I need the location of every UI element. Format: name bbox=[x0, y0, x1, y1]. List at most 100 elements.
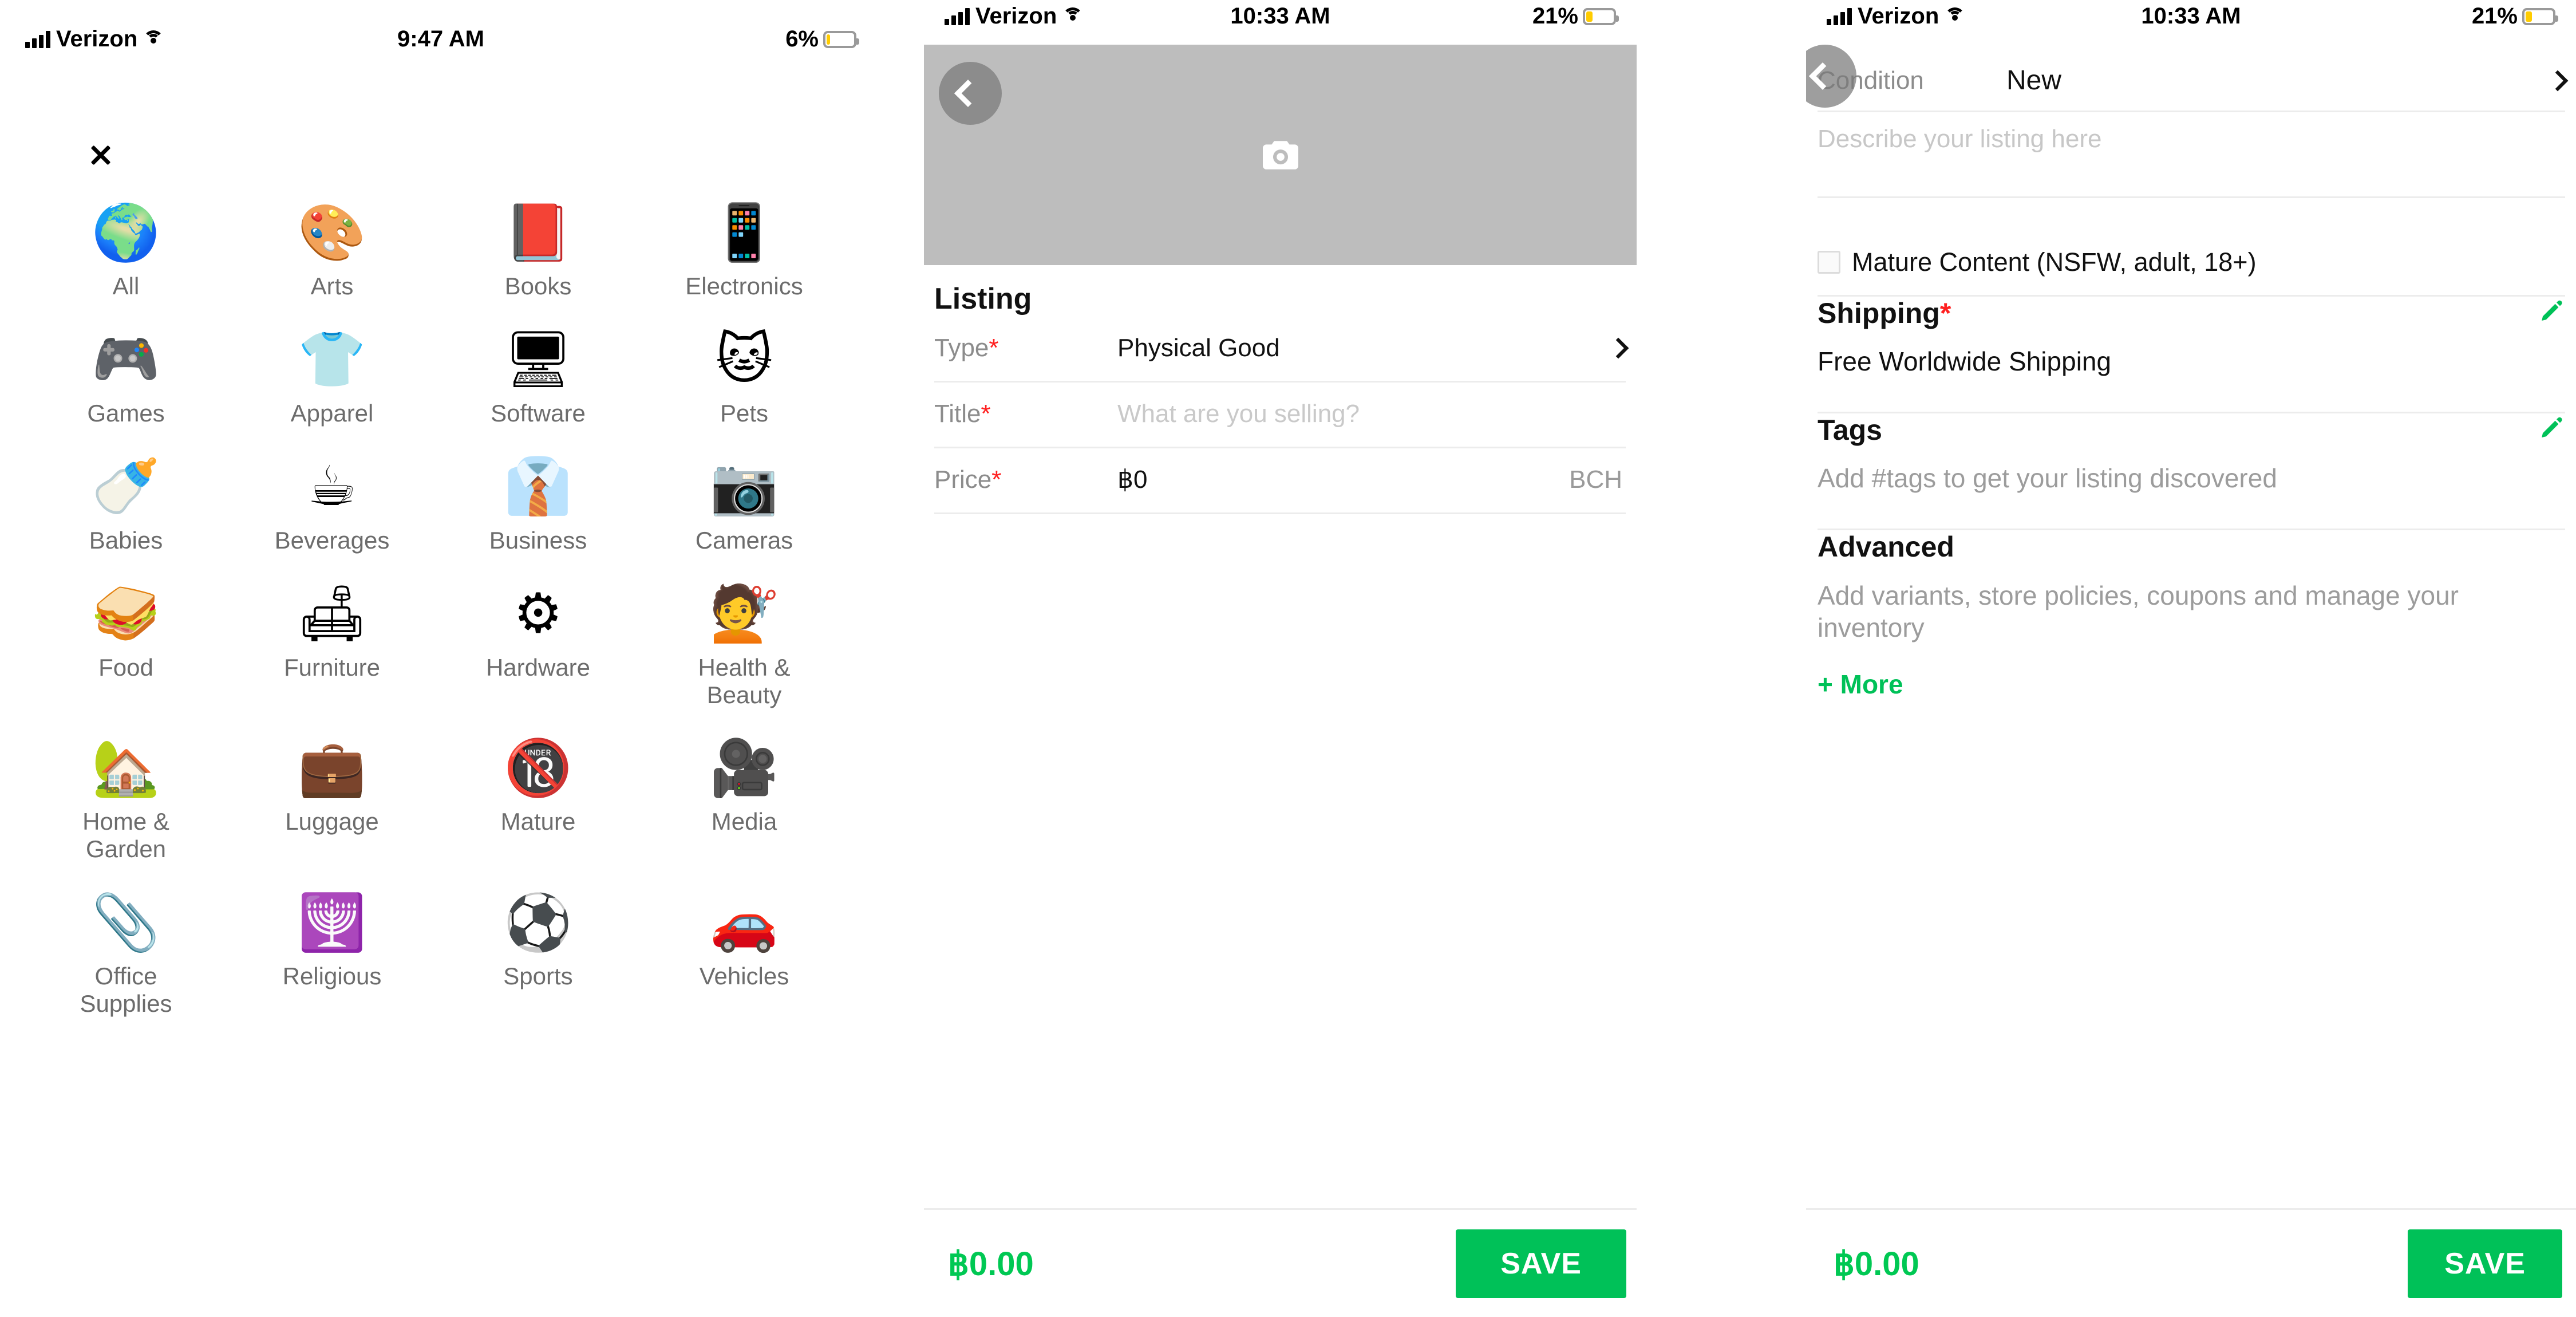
category-label: Pets bbox=[720, 399, 769, 427]
sandwich-icon: 🥪 bbox=[92, 581, 160, 646]
category-label: Electronics bbox=[685, 273, 803, 299]
category-item[interactable]: 🥪 Food bbox=[23, 582, 229, 709]
category-label: Luggage bbox=[285, 808, 379, 835]
advanced-header: Advanced bbox=[1818, 530, 2565, 563]
battery-icon bbox=[2522, 7, 2558, 25]
category-label: All bbox=[112, 273, 140, 299]
price-currency-label: BCH bbox=[1569, 465, 1622, 494]
book-icon: 📕 bbox=[504, 200, 572, 265]
tags-section: Tags Add #tags to get your listing disco… bbox=[1818, 413, 2565, 530]
listing-footer-bar: ฿0.00 SAVE bbox=[924, 1208, 1637, 1317]
category-item[interactable]: 📎 Office Supplies bbox=[23, 890, 229, 1018]
car-icon: 🚗 bbox=[710, 890, 779, 955]
category-item[interactable]: ☕ Beverages bbox=[229, 455, 435, 554]
suitcase-icon: 💼 bbox=[298, 735, 366, 800]
category-item[interactable]: 💼 Luggage bbox=[229, 736, 435, 863]
category-item[interactable]: 🔞 Mature bbox=[435, 736, 641, 863]
category-label: Vehicles bbox=[699, 963, 789, 990]
soccer-ball-icon: ⚽ bbox=[504, 890, 572, 955]
advanced-section: Advanced Add variants, store policies, c… bbox=[1818, 530, 2565, 668]
mature-content-label: Mature Content (NSFW, adult, 18+) bbox=[1852, 247, 2257, 277]
details-footer-bar: ฿0.00 SAVE bbox=[1806, 1208, 2576, 1317]
close-icon[interactable] bbox=[83, 137, 118, 173]
category-item[interactable]: 🎨 Arts bbox=[229, 200, 435, 300]
mature-content-checkbox[interactable] bbox=[1818, 250, 1840, 274]
category-item[interactable]: 📱 Electronics bbox=[641, 200, 847, 300]
menorah-icon: 🕎 bbox=[298, 890, 366, 955]
price-row[interactable]: Price* ฿0 BCH bbox=[934, 447, 1626, 514]
status-bar-clock: 9:47 AM bbox=[397, 26, 484, 52]
save-button[interactable]: SAVE bbox=[1456, 1229, 1626, 1298]
category-item[interactable]: 🛋 Furniture bbox=[229, 582, 435, 709]
category-item[interactable]: 🖥 Software bbox=[435, 328, 641, 427]
category-item[interactable]: ⚙ Hardware bbox=[435, 582, 641, 709]
save-button[interactable]: SAVE bbox=[2408, 1229, 2562, 1298]
status-bar: Verizon 10:33 AM 21% bbox=[924, 3, 1637, 29]
condition-value: New bbox=[2006, 65, 2062, 96]
type-row[interactable]: Type* Physical Good bbox=[934, 315, 1629, 383]
category-item[interactable]: 🎥 Media bbox=[641, 736, 847, 863]
three-phone-screenshots: Verizon 9:47 AM 6% 🌍 All 🎨 Arts 📕 Books 📱 Elect… bbox=[0, 0, 2576, 1317]
category-label: Games bbox=[87, 399, 165, 427]
monitor-icon: 🖥 bbox=[503, 327, 573, 392]
status-bar-clock: 10:33 AM bbox=[2141, 3, 2241, 29]
photo-upload-area[interactable] bbox=[924, 45, 1637, 265]
type-label: Type* bbox=[934, 333, 999, 362]
listing-form-screen: Verizon 10:33 AM 21% Listing Type* Physi… bbox=[924, 0, 1637, 1317]
phone-icon: 📱 bbox=[710, 200, 779, 265]
category-label: Babies bbox=[89, 526, 163, 554]
battery-icon bbox=[1583, 7, 1619, 25]
title-input[interactable]: What are you selling? bbox=[1117, 400, 1626, 428]
camera-icon bbox=[1262, 140, 1298, 169]
category-item[interactable]: ⚽ Sports bbox=[435, 890, 641, 1018]
category-item[interactable]: 🚗 Vehicles bbox=[641, 890, 847, 1018]
more-link[interactable]: + More bbox=[1818, 669, 1903, 700]
description-field[interactable]: Describe your listing here bbox=[1818, 112, 2565, 198]
chevron-left-icon bbox=[954, 79, 982, 108]
category-item[interactable]: 🌍 All bbox=[23, 200, 229, 300]
title-row[interactable]: Title* What are you selling? bbox=[934, 381, 1626, 448]
category-item[interactable]: 💇 Health & Beauty bbox=[641, 582, 847, 709]
house-icon: 🏡 bbox=[92, 735, 160, 800]
pencil-icon[interactable] bbox=[2538, 413, 2565, 441]
category-label: Beverages bbox=[274, 526, 390, 554]
globe-icon: 🌍 bbox=[92, 200, 160, 265]
category-label: Cameras bbox=[695, 526, 793, 554]
category-item[interactable]: 📕 Books bbox=[435, 200, 641, 300]
category-item[interactable]: 🍼 Babies bbox=[23, 455, 229, 554]
category-item[interactable]: 🐱 Pets bbox=[641, 328, 847, 427]
category-item[interactable]: 🏡 Home & Garden bbox=[23, 736, 229, 863]
tshirt-icon: 👕 bbox=[298, 327, 366, 392]
title-label: Title* bbox=[934, 399, 991, 428]
category-label: Business bbox=[489, 526, 587, 554]
category-label: Religious bbox=[282, 963, 382, 990]
eighteen-plus-icon: 🔞 bbox=[504, 735, 572, 800]
category-item[interactable]: 🎮 Games bbox=[23, 328, 229, 427]
category-label: Books bbox=[504, 273, 572, 299]
listing-details-screen: Verizon 10:33 AM 21% Condition New Descr… bbox=[1806, 0, 2576, 1317]
camera-icon: 📷 bbox=[710, 454, 779, 519]
tags-title: Tags bbox=[1818, 414, 1882, 446]
category-label: Health & Beauty bbox=[698, 653, 791, 708]
battery-icon bbox=[823, 30, 859, 48]
couch-icon: 🛋 bbox=[297, 581, 367, 646]
pencil-icon[interactable] bbox=[2538, 297, 2565, 324]
condition-row[interactable]: Condition New bbox=[1818, 50, 2569, 112]
status-bar: Verizon 10:33 AM 21% bbox=[1806, 3, 2576, 29]
coffee-icon: ☕ bbox=[307, 454, 357, 519]
listing-section-title: Listing bbox=[934, 282, 1032, 316]
category-item[interactable]: 👔 Business bbox=[435, 455, 641, 554]
category-item[interactable]: 🕎 Religious bbox=[229, 890, 435, 1018]
category-item[interactable]: 📷 Cameras bbox=[641, 455, 847, 554]
shipping-value: Free Worldwide Shipping bbox=[1818, 346, 2112, 376]
cat-icon: 🐱 bbox=[715, 327, 773, 392]
status-bar-clock: 10:33 AM bbox=[1230, 3, 1330, 29]
price-input[interactable]: ฿0 bbox=[1117, 465, 1569, 494]
back-button[interactable] bbox=[939, 62, 1002, 125]
tags-header: Tags bbox=[1818, 413, 2565, 447]
category-item[interactable]: 👕 Apparel bbox=[229, 328, 435, 427]
shipping-header: Shipping* bbox=[1818, 297, 2565, 330]
category-label: Food bbox=[98, 653, 153, 681]
mature-content-row[interactable]: Mature Content (NSFW, adult, 18+) bbox=[1818, 229, 2565, 297]
shipping-title: Shipping* bbox=[1818, 297, 1951, 329]
